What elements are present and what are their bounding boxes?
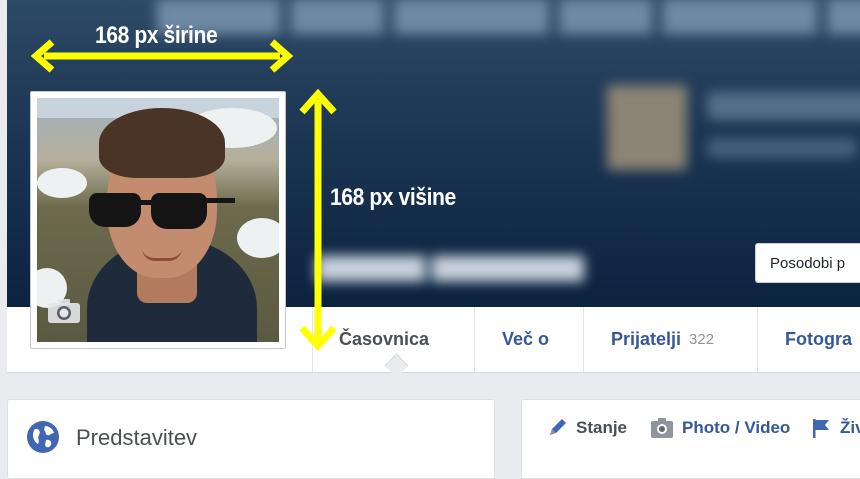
tab-about[interactable]: Več o [474,307,583,372]
tab-label: Časovnica [339,329,430,349]
tab-friends[interactable]: Prijatelji 322 [583,307,757,372]
composer-photo-label: Photo / Video [682,418,791,437]
composer-status[interactable]: Stanje [546,414,627,442]
height-arrow [299,88,337,352]
blurred-cover-text: ▆▆▆▆ ▆▆▆ ▆▆▆▆▆ ▆▆▆ ▆▆▆▆▆ ▆▆▆▆ [157,0,860,33]
sunglasses-lens [151,193,207,229]
camera-icon [651,418,673,438]
photo-hair [99,108,225,178]
photo-snow [37,168,87,198]
tab-label: Več o [502,329,550,349]
intro-title: Predstavitev [76,425,198,450]
height-label: 168 px višine [330,184,456,211]
globe-icon [27,421,59,453]
composer-status-label: Stanje [576,418,628,437]
composer-photo-video[interactable]: Photo / Video [650,414,790,442]
photo-snow [237,218,279,258]
sunglasses-lens [89,193,141,227]
friends-count: 322 [689,331,715,348]
blurred-text-line [707,138,857,158]
tab-label: Fotogra [785,329,852,349]
blurred-thumbnail [607,85,687,170]
composer-live-label: Živ [840,418,860,437]
width-label: 168 px širine [95,22,218,49]
update-cover-button[interactable]: Posodobi p [755,243,860,283]
intro-card: Predstavitev [7,399,495,479]
flag-icon [813,419,829,438]
blurred-text-line [707,92,860,120]
sunglasses-arm [205,198,235,203]
profile-photo [37,98,279,342]
tab-photos[interactable]: Fotogra [757,307,860,372]
tab-label: Prijatelji [611,329,682,349]
profile-picture[interactable] [30,91,286,349]
composer-card: Stanje Photo / Video Živ [521,399,860,479]
sunglasses-bridge [137,200,155,205]
blurred-profile-name: ▆▆▆▆▆ ▆▆▆▆▆▆▆ [317,249,584,280]
composer-live[interactable]: Živ [810,414,860,442]
camera-icon[interactable] [47,298,81,324]
pencil-icon [550,419,566,435]
